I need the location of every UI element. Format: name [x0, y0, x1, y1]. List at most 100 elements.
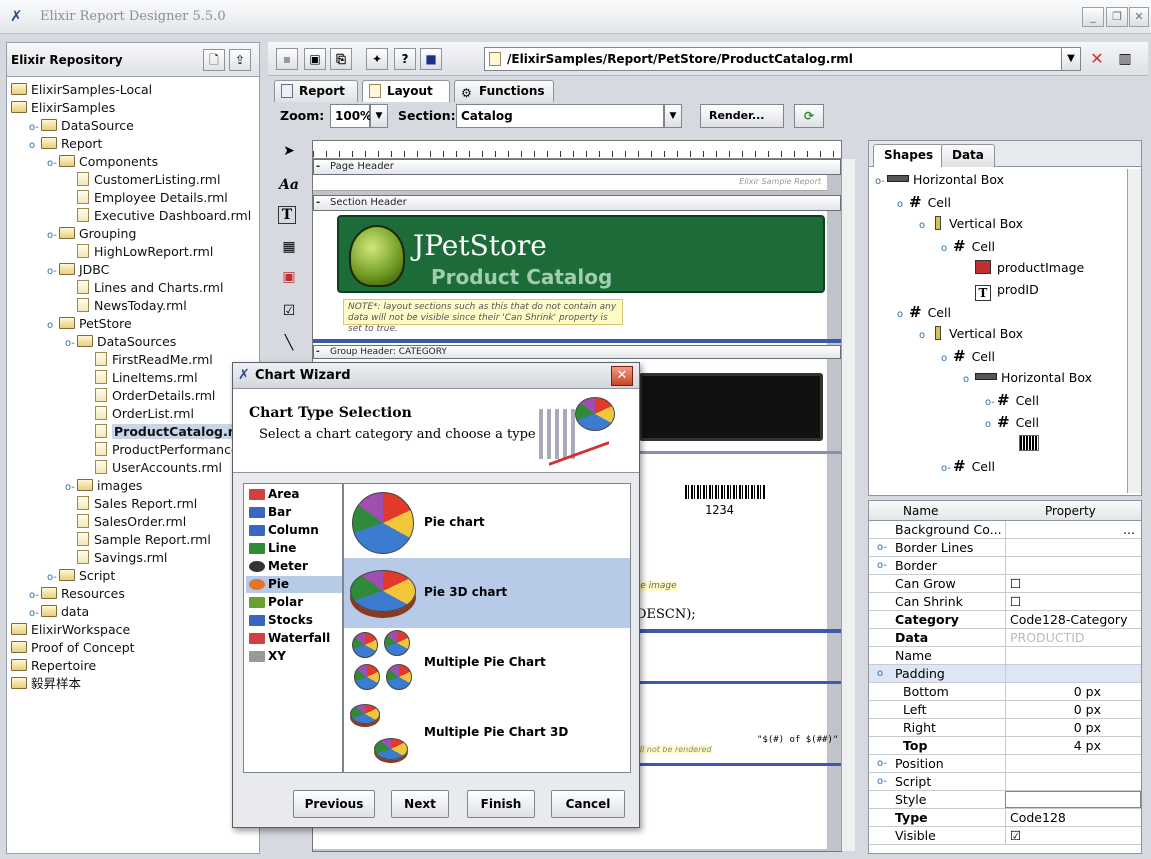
- expand-toggle-icon[interactable]: o-: [65, 335, 77, 353]
- property-value[interactable]: ☐: [1005, 575, 1141, 592]
- property-value[interactable]: PRODUCTID: [1005, 629, 1141, 646]
- image-tool-icon[interactable]: ▣: [278, 266, 300, 288]
- tree-item[interactable]: Repertoire: [11, 657, 96, 675]
- shape-node[interactable]: TprodID: [963, 279, 1039, 301]
- tree-item[interactable]: ElixirSamples: [11, 99, 115, 117]
- shape-node[interactable]: o # Cell: [897, 191, 951, 213]
- expand-toggle-icon[interactable]: o: [897, 194, 909, 216]
- finish-button[interactable]: Finish: [467, 790, 535, 818]
- property-value[interactable]: 0 px: [1005, 701, 1141, 718]
- restore-button[interactable]: ❐: [1106, 7, 1128, 27]
- line-tool-icon[interactable]: ╲: [278, 332, 300, 354]
- tree-item[interactable]: ElixirSamples-Local: [11, 81, 152, 99]
- shape-node[interactable]: o- # Cell: [985, 389, 1039, 411]
- type-pie-chart[interactable]: Pie chart: [344, 488, 630, 558]
- tree-item[interactable]: o-images: [65, 477, 142, 495]
- barcode-graphic[interactable]: [685, 485, 765, 499]
- minimize-button[interactable]: _: [1082, 7, 1104, 27]
- shape-node[interactable]: [1007, 433, 1039, 455]
- add-repository-button[interactable]: ⇪: [229, 49, 251, 71]
- property-row[interactable]: o- Border Lines: [869, 539, 1141, 557]
- property-row[interactable]: o Padding: [869, 665, 1141, 683]
- pointer-icon[interactable]: ➤: [278, 140, 300, 162]
- expand-toggle-icon[interactable]: o: [941, 238, 953, 260]
- property-row[interactable]: Can Shrink ☐: [869, 593, 1141, 611]
- tree-item[interactable]: Employee Details.rml: [65, 189, 228, 207]
- category-polar[interactable]: Polar: [246, 594, 342, 611]
- tree-item[interactable]: OrderList.rml: [83, 405, 194, 423]
- tree-item[interactable]: o- Script: [47, 567, 115, 585]
- property-value[interactable]: [1005, 557, 1141, 574]
- shape-node[interactable]: o Horizontal Box: [963, 367, 1092, 389]
- category-bar[interactable]: Bar: [246, 504, 342, 521]
- property-row[interactable]: Name: [869, 647, 1141, 665]
- path-dropdown-button[interactable]: ▼: [1061, 47, 1081, 71]
- zoom-dropdown-button[interactable]: ▼: [370, 104, 388, 128]
- tree-item[interactable]: CustomerListing.rml: [65, 171, 220, 189]
- category-waterfall[interactable]: Waterfall: [246, 630, 342, 647]
- cancel-button[interactable]: Cancel: [551, 790, 625, 818]
- close-window-button[interactable]: ✕: [1129, 7, 1149, 27]
- tree-item[interactable]: ElixirWorkspace: [11, 621, 130, 639]
- property-row[interactable]: Right 0 px: [869, 719, 1141, 737]
- tree-item[interactable]: o Report: [29, 135, 102, 153]
- property-row[interactable]: o- Border: [869, 557, 1141, 575]
- expand-toggle-icon[interactable]: o-: [877, 539, 887, 556]
- property-value[interactable]: ☑: [1005, 827, 1141, 844]
- tree-item[interactable]: 毅昇样本: [11, 675, 81, 693]
- jpetstore-banner[interactable]: JPetStore Product Catalog: [337, 215, 825, 293]
- save-all-icon[interactable]: ▣: [304, 48, 326, 70]
- property-row[interactable]: Background Co......: [869, 521, 1141, 539]
- property-value[interactable]: 0 px: [1005, 719, 1141, 736]
- table-tool-icon[interactable]: ▦: [278, 236, 300, 258]
- tree-item[interactable]: Proof of Concept: [11, 639, 135, 657]
- expand-toggle-icon[interactable]: o-: [877, 557, 887, 574]
- tree-item[interactable]: NewsToday.rml: [65, 297, 187, 315]
- expand-toggle-icon[interactable]: o: [919, 325, 931, 347]
- category-column[interactable]: Column: [246, 522, 342, 539]
- shape-node[interactable]: o # Cell: [985, 411, 1039, 433]
- property-value[interactable]: [1005, 665, 1141, 682]
- tree-item[interactable]: Sales Report.rml: [65, 495, 197, 513]
- shape-node[interactable]: o # Cell: [897, 301, 951, 323]
- property-row[interactable]: Top 4 px: [869, 737, 1141, 755]
- property-row[interactable]: Bottom 0 px: [869, 683, 1141, 701]
- expand-toggle-icon[interactable]: o: [47, 317, 59, 335]
- category-pie[interactable]: Pie: [246, 576, 342, 593]
- new-file-button[interactable]: 🗋: [203, 49, 225, 71]
- tree-item[interactable]: o PetStore: [47, 315, 132, 333]
- tree-item[interactable]: Savings.rml: [65, 549, 167, 567]
- property-row[interactable]: Type Code128: [869, 809, 1141, 827]
- expand-toggle-icon[interactable]: o: [29, 137, 41, 155]
- property-value[interactable]: 4 px: [1005, 737, 1141, 754]
- tree-item[interactable]: ProductPerformance: [83, 441, 239, 459]
- shape-node[interactable]: o # Cell: [941, 235, 995, 257]
- property-row[interactable]: Left 0 px: [869, 701, 1141, 719]
- category-stocks[interactable]: Stocks: [246, 612, 342, 629]
- category-xy[interactable]: XY: [246, 648, 342, 665]
- zoom-combo[interactable]: 100%: [330, 104, 372, 128]
- expand-toggle-icon[interactable]: o-: [47, 227, 59, 245]
- section-header-band[interactable]: Section Header: [313, 195, 841, 211]
- tree-item[interactable]: OrderDetails.rml: [83, 387, 215, 405]
- category-meter[interactable]: Meter: [246, 558, 342, 575]
- property-value[interactable]: ☐: [1005, 593, 1141, 610]
- split-view-icon[interactable]: ▥: [1114, 48, 1136, 70]
- shape-node[interactable]: o- Horizontal Box: [875, 169, 1004, 191]
- help-button[interactable]: ?: [394, 48, 416, 70]
- export-icon[interactable]: ⎘: [330, 48, 352, 70]
- property-value[interactable]: ...: [1005, 521, 1141, 538]
- close-file-icon[interactable]: ✕: [1086, 48, 1108, 70]
- tree-item[interactable]: o- JDBC: [47, 261, 109, 279]
- tree-item[interactable]: UserAccounts.rml: [83, 459, 222, 477]
- category-area[interactable]: Area: [246, 486, 342, 503]
- property-value[interactable]: [1005, 791, 1141, 808]
- expand-toggle-icon[interactable]: o: [985, 414, 997, 436]
- tree-item[interactable]: FirstReadMe.rml: [83, 351, 213, 369]
- tree-item[interactable]: LineItems.rml: [83, 369, 198, 387]
- section-combo[interactable]: Catalog: [456, 104, 664, 128]
- file-path-combo[interactable]: /ElixirSamples/Report/PetStore/ProductCa…: [484, 47, 1062, 71]
- expand-toggle-icon[interactable]: o-: [47, 155, 59, 173]
- expand-toggle-icon[interactable]: o: [877, 665, 883, 682]
- property-value[interactable]: [1005, 647, 1141, 664]
